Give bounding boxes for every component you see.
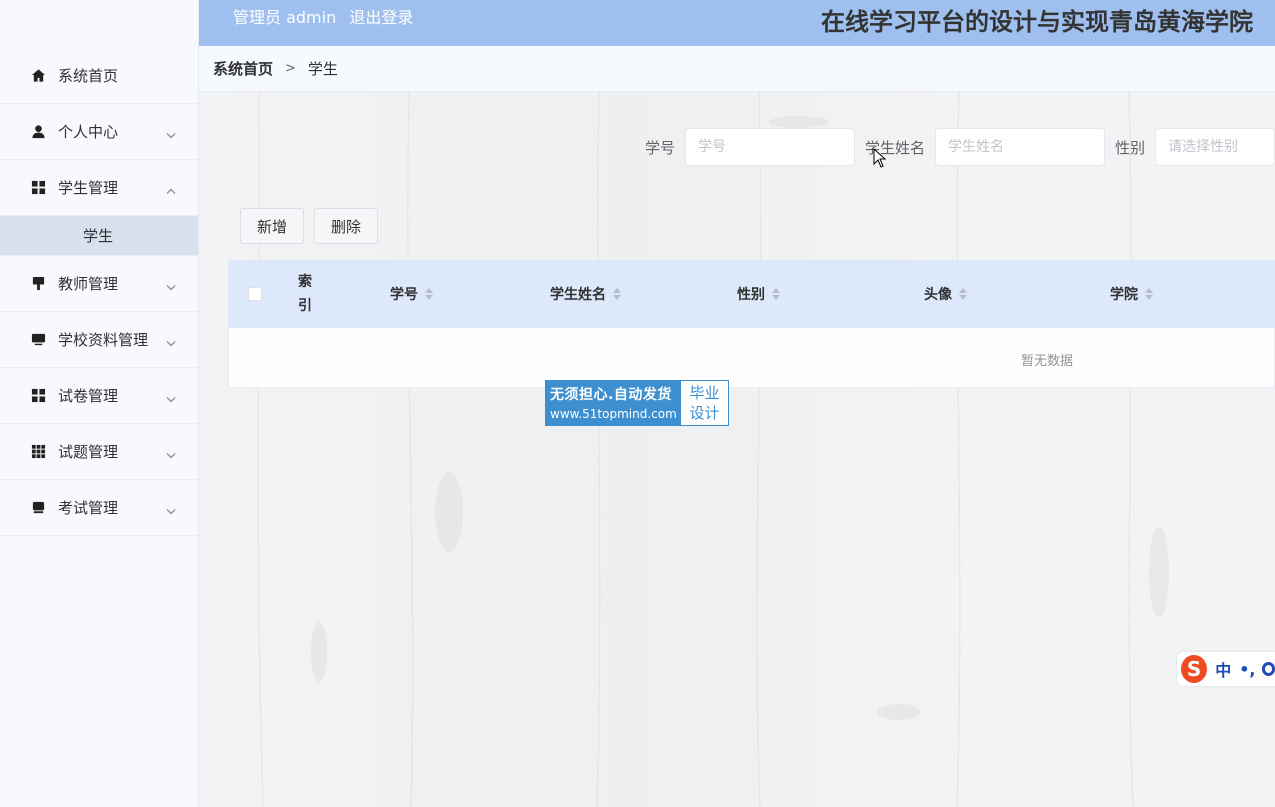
sort-icon[interactable] xyxy=(1145,288,1153,300)
sidebar-item-school-materials[interactable]: 学校资料管理 xyxy=(0,312,198,368)
top-header: 管理员 admin 退出登录 在线学习平台的设计与实现青岛黄海学院 xyxy=(199,0,1275,46)
admin-label: 管理员 admin xyxy=(233,8,337,27)
gender-label: 性别 xyxy=(1115,138,1146,157)
column-label: 学院 xyxy=(1110,287,1138,303)
chevron-down-icon xyxy=(166,446,176,458)
watermark-right: 毕业 设计 xyxy=(681,381,728,425)
gender-select[interactable] xyxy=(1155,128,1275,166)
sort-icon[interactable] xyxy=(959,288,967,300)
sidebar-item-label: 学校资料管理 xyxy=(58,331,149,349)
column-index: 索引 xyxy=(298,274,312,314)
sidebar-item-home[interactable]: 系统首页 xyxy=(0,48,198,104)
user-info: 管理员 admin 退出登录 xyxy=(233,4,421,28)
chevron-down-icon xyxy=(166,390,176,402)
add-button[interactable]: 新增 xyxy=(240,208,305,244)
watermark-slogan: 无须担心.自动发货 xyxy=(550,387,672,403)
ime-punctuation[interactable]: •, xyxy=(1239,660,1255,679)
sidebar-item-profile[interactable]: 个人中心 xyxy=(0,104,198,160)
sidebar-item-paper-management[interactable]: 试卷管理 xyxy=(0,368,198,424)
sidebar-item-student-management[interactable]: 学生管理 xyxy=(0,160,198,216)
column-gender[interactable]: 性别 xyxy=(737,284,780,304)
student-table: 索引 学号 学生姓名 性别 头像 学院 暂无数据 xyxy=(228,260,1275,388)
sort-icon[interactable] xyxy=(613,288,621,300)
chevron-down-icon xyxy=(166,334,176,346)
mouse-cursor-icon xyxy=(873,148,887,168)
user-icon xyxy=(30,124,46,140)
apps-icon xyxy=(30,444,46,460)
chevron-down-icon xyxy=(166,278,176,290)
sidebar-item-exam-management[interactable]: 考试管理 xyxy=(0,480,198,536)
action-buttons: 新增 删除 xyxy=(240,208,388,244)
search-form: 学号 学生姓名 性别 xyxy=(645,128,1275,166)
home-icon xyxy=(30,68,46,84)
site-title: 在线学习平台的设计与实现青岛黄海学院 xyxy=(821,8,1253,36)
ime-mode[interactable]: 中 xyxy=(1215,657,1231,681)
column-student-no[interactable]: 学号 xyxy=(390,284,433,304)
student-name-input[interactable] xyxy=(935,128,1106,166)
chevron-down-icon xyxy=(166,502,176,514)
sidebar-item-label: 教师管理 xyxy=(58,275,119,293)
watermark-url: www.51topmind.com xyxy=(550,407,677,421)
column-label: 头像 xyxy=(924,287,952,303)
sogou-logo-icon: S xyxy=(1181,655,1208,683)
column-label: 性别 xyxy=(737,287,765,303)
sidebar-menu: 系统首页 个人中心 学生管理 学生 教师管理 学校资料管理 试卷管理 试题管理 … xyxy=(0,48,198,536)
desktop-icon xyxy=(30,332,46,348)
sidebar-item-label: 试题管理 xyxy=(58,443,119,461)
empty-text: 暂无数据 xyxy=(1021,354,1074,369)
sidebar-subitem-student[interactable]: 学生 xyxy=(0,216,198,256)
delete-button[interactable]: 删除 xyxy=(314,208,379,244)
sidebar-item-label: 学生管理 xyxy=(58,179,119,197)
emoji-icon[interactable] xyxy=(1261,662,1275,676)
breadcrumb-separator: > xyxy=(285,61,296,76)
student-no-label: 学号 xyxy=(645,138,676,157)
ime-toolbar[interactable]: S 中 •, xyxy=(1177,652,1275,686)
monitor-icon xyxy=(30,276,46,292)
sidebar-item-teacher-management[interactable]: 教师管理 xyxy=(0,256,198,312)
table-header: 索引 学号 学生姓名 性别 头像 学院 xyxy=(228,260,1275,328)
background-texture xyxy=(257,92,1169,807)
watermark-word: 毕业 xyxy=(689,384,720,402)
terminal-icon xyxy=(30,500,46,516)
sidebar-item-label: 考试管理 xyxy=(58,499,119,517)
grid-icon xyxy=(30,180,46,196)
breadcrumb: 系统首页 > 学生 xyxy=(199,46,1275,92)
breadcrumb-home[interactable]: 系统首页 xyxy=(213,58,273,79)
logout-link[interactable]: 退出登录 xyxy=(349,8,413,27)
column-label: 学生姓名 xyxy=(550,287,606,303)
main-content: 学号 学生姓名 性别 新增 删除 索引 学号 学生姓名 性别 xyxy=(199,92,1275,807)
sort-icon[interactable] xyxy=(425,288,433,300)
grid-icon xyxy=(30,388,46,404)
column-label: 学号 xyxy=(390,287,418,303)
sidebar-item-label: 系统首页 xyxy=(58,67,119,85)
chevron-up-icon xyxy=(166,182,176,194)
watermark-word: 设计 xyxy=(689,404,720,422)
column-avatar[interactable]: 头像 xyxy=(924,284,967,304)
breadcrumb-current: 学生 xyxy=(307,60,338,78)
sort-icon[interactable] xyxy=(772,288,780,300)
sidebar-item-label: 试卷管理 xyxy=(58,387,119,405)
table-body xyxy=(228,328,1275,388)
student-no-input[interactable] xyxy=(685,128,856,166)
sidebar: 系统首页 个人中心 学生管理 学生 教师管理 学校资料管理 试卷管理 试题管理 … xyxy=(0,0,199,807)
watermark-left: 无须担心.自动发货 www.51topmind.com xyxy=(546,381,681,425)
chevron-down-icon xyxy=(166,126,176,138)
column-student-name[interactable]: 学生姓名 xyxy=(550,284,621,304)
sidebar-item-question-management[interactable]: 试题管理 xyxy=(0,424,198,480)
select-all-checkbox[interactable] xyxy=(248,287,262,301)
column-college[interactable]: 学院 xyxy=(1110,284,1153,304)
watermark-banner: 无须担心.自动发货 www.51topmind.com 毕业 设计 xyxy=(545,380,729,426)
sidebar-item-label: 个人中心 xyxy=(58,123,119,141)
